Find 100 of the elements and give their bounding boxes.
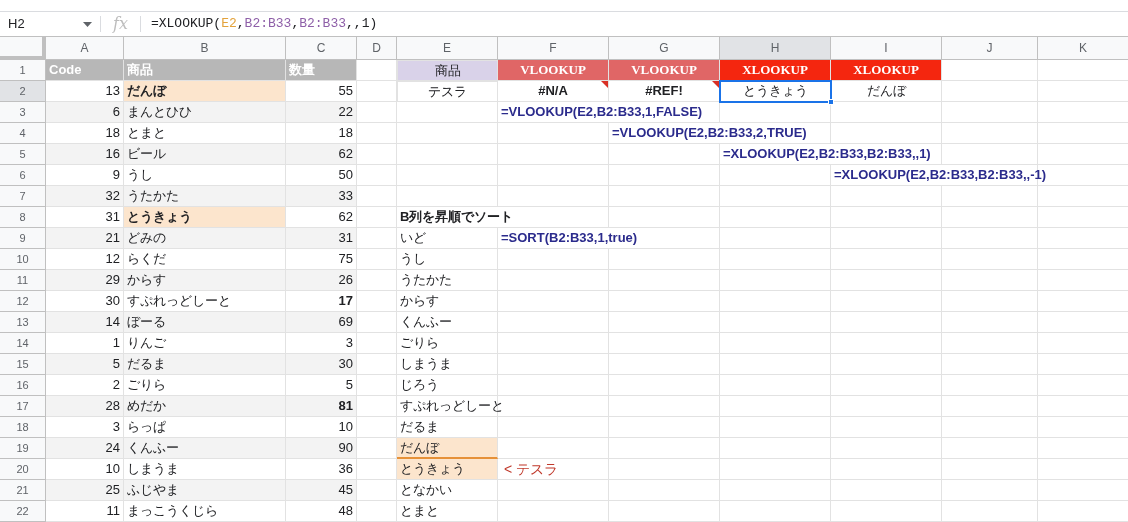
table-cell[interactable] — [609, 333, 720, 354]
table-header-cell[interactable]: XLOOKUP — [720, 60, 831, 81]
table-cell[interactable] — [720, 228, 831, 249]
table-cell[interactable]: 28 — [46, 396, 124, 417]
table-cell[interactable] — [720, 333, 831, 354]
formula-field[interactable]: =XLOOKUP(E2,B2:B33,B2:B33,,1) — [150, 14, 378, 34]
table-cell[interactable] — [609, 375, 720, 396]
column-header[interactable]: J — [942, 37, 1038, 60]
table-cell[interactable] — [942, 60, 1038, 81]
table-cell[interactable]: 62 — [286, 144, 357, 165]
table-cell[interactable] — [357, 228, 397, 249]
table-cell[interactable]: B列を昇順でソート — [397, 207, 609, 228]
table-cell[interactable] — [357, 186, 397, 207]
table-cell[interactable] — [609, 186, 720, 207]
table-cell[interactable]: 81 — [286, 396, 357, 417]
row-header[interactable]: 11 — [0, 270, 46, 291]
table-cell[interactable] — [397, 123, 498, 144]
table-cell[interactable] — [397, 144, 498, 165]
highlighted-cell[interactable]: とうきょう — [124, 207, 286, 228]
table-cell[interactable] — [609, 459, 720, 480]
table-cell[interactable] — [609, 270, 720, 291]
table-cell[interactable] — [831, 333, 942, 354]
table-cell[interactable]: =XLOOKUP(E2,B2:B33,B2:B33,,1) — [720, 144, 942, 165]
table-cell[interactable] — [942, 480, 1038, 501]
table-cell[interactable] — [942, 228, 1038, 249]
table-cell[interactable]: まっこうくじら — [124, 501, 286, 522]
table-cell[interactable] — [720, 438, 831, 459]
table-cell[interactable] — [357, 396, 397, 417]
table-cell[interactable] — [831, 102, 942, 123]
table-cell[interactable] — [357, 354, 397, 375]
table-cell[interactable] — [831, 459, 942, 480]
table-cell[interactable] — [609, 417, 720, 438]
row-header[interactable]: 4 — [0, 123, 46, 144]
table-cell[interactable] — [831, 270, 942, 291]
row-header[interactable]: 16 — [0, 375, 46, 396]
table-cell[interactable]: #REF! — [609, 81, 720, 102]
row-header[interactable]: 15 — [0, 354, 46, 375]
column-header[interactable]: C — [286, 37, 357, 60]
column-header[interactable]: E — [397, 37, 498, 60]
table-cell[interactable] — [498, 354, 609, 375]
table-cell[interactable]: うたかた — [124, 186, 286, 207]
table-cell[interactable] — [357, 249, 397, 270]
table-cell[interactable] — [720, 396, 831, 417]
table-cell[interactable] — [720, 417, 831, 438]
input-cell[interactable]: テスラ — [397, 81, 498, 102]
table-cell[interactable]: 24 — [46, 438, 124, 459]
table-cell[interactable]: とまと — [397, 501, 498, 522]
table-cell[interactable]: からす — [124, 270, 286, 291]
table-cell[interactable]: =SORT(B2:B33,1,true) — [498, 228, 720, 249]
fill-handle[interactable] — [828, 99, 834, 105]
table-cell[interactable] — [498, 480, 609, 501]
table-cell[interactable] — [720, 354, 831, 375]
table-cell[interactable] — [720, 207, 831, 228]
highlighted-cell[interactable]: だんぼ — [397, 438, 498, 459]
row-header[interactable]: 18 — [0, 417, 46, 438]
table-cell[interactable]: ビール — [124, 144, 286, 165]
table-cell[interactable]: うし — [397, 249, 498, 270]
table-cell[interactable]: 90 — [286, 438, 357, 459]
row-header[interactable]: 22 — [0, 501, 46, 522]
table-cell[interactable] — [498, 333, 609, 354]
table-cell[interactable] — [942, 270, 1038, 291]
name-box[interactable]: H2 — [0, 12, 100, 36]
table-cell[interactable]: 14 — [46, 312, 124, 333]
table-cell[interactable]: だるま — [124, 354, 286, 375]
table-cell[interactable] — [498, 165, 609, 186]
table-cell[interactable] — [942, 417, 1038, 438]
table-cell[interactable] — [397, 165, 498, 186]
select-all-corner[interactable] — [0, 37, 46, 60]
table-cell[interactable] — [609, 144, 720, 165]
table-cell[interactable] — [720, 312, 831, 333]
row-header[interactable]: 6 — [0, 165, 46, 186]
table-cell[interactable] — [942, 354, 1038, 375]
table-cell[interactable] — [831, 501, 942, 522]
row-header[interactable]: 12 — [0, 291, 46, 312]
table-cell[interactable] — [498, 501, 609, 522]
table-cell[interactable] — [357, 291, 397, 312]
table-cell[interactable]: =VLOOKUP(E2,B2:B33,1,FALSE) — [498, 102, 720, 123]
table-cell[interactable] — [609, 480, 720, 501]
table-cell[interactable] — [831, 438, 942, 459]
row-header[interactable]: 19 — [0, 438, 46, 459]
column-header[interactable]: K — [1038, 37, 1128, 60]
table-cell[interactable]: 16 — [46, 144, 124, 165]
table-cell[interactable] — [609, 165, 720, 186]
row-header[interactable]: 1 — [0, 60, 46, 81]
table-cell[interactable] — [609, 438, 720, 459]
table-cell[interactable]: とうきょう — [720, 81, 831, 102]
table-cell[interactable] — [942, 459, 1038, 480]
table-cell[interactable] — [498, 438, 609, 459]
table-cell[interactable] — [942, 249, 1038, 270]
table-cell[interactable] — [397, 102, 498, 123]
table-cell[interactable]: 69 — [286, 312, 357, 333]
table-cell[interactable] — [942, 501, 1038, 522]
column-header[interactable]: F — [498, 37, 609, 60]
table-cell[interactable]: 45 — [286, 480, 357, 501]
table-cell[interactable]: 29 — [46, 270, 124, 291]
table-cell[interactable] — [942, 207, 1038, 228]
table-cell[interactable] — [397, 186, 498, 207]
table-cell[interactable] — [498, 186, 609, 207]
table-cell[interactable]: いど — [397, 228, 498, 249]
table-cell[interactable]: しまうま — [397, 354, 498, 375]
